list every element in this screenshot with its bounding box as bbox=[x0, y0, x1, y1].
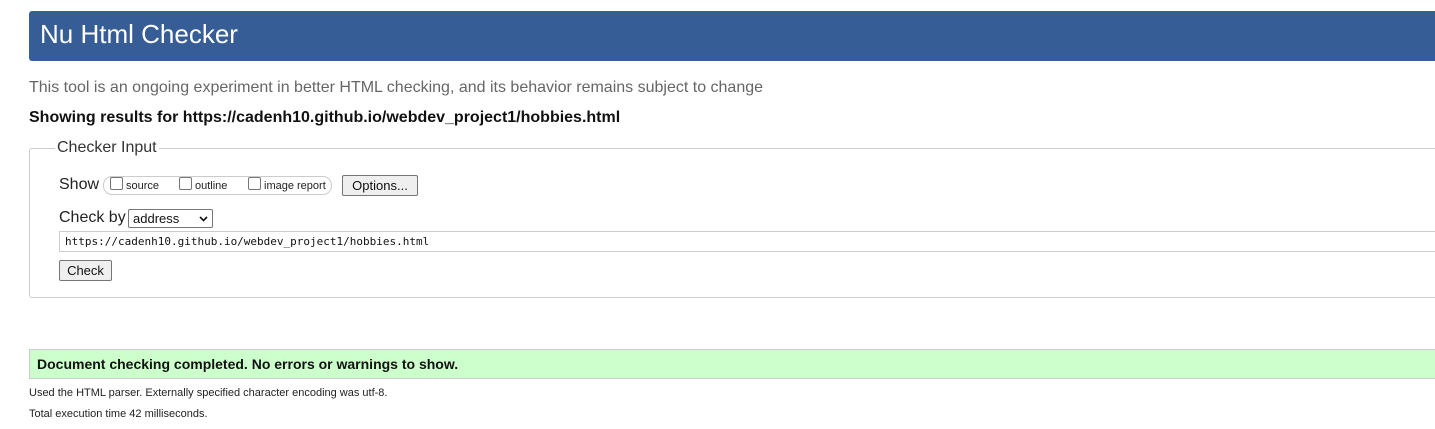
tool-subtitle: This tool is an ongoing experiment in be… bbox=[29, 79, 764, 96]
checker-input-legend: Checker Input bbox=[55, 138, 159, 158]
results-for-heading: Showing results for https://cadenh10.git… bbox=[29, 109, 621, 126]
execution-time: Total execution time 42 milliseconds. bbox=[29, 408, 208, 420]
outline-checkbox-label[interactable]: outline bbox=[195, 179, 227, 193]
source-checkbox-label[interactable]: source bbox=[126, 179, 159, 193]
page-title: Nu Html Checker bbox=[40, 19, 238, 49]
outline-checkbox[interactable] bbox=[179, 177, 192, 190]
image-report-checkbox-label[interactable]: image report bbox=[264, 179, 326, 193]
check-by-selected-value: address bbox=[133, 211, 180, 226]
parser-details: Used the HTML parser. Externally specifi… bbox=[29, 387, 388, 399]
url-input[interactable]: https://cadenh10.github.io/webdev_projec… bbox=[59, 231, 1435, 252]
page-header: Nu Html Checker bbox=[29, 11, 1435, 61]
check-button[interactable]: Check bbox=[59, 260, 112, 281]
checker-input-fieldset bbox=[29, 148, 1435, 298]
show-label: Show bbox=[59, 176, 100, 193]
options-button[interactable]: Options... bbox=[342, 175, 418, 196]
success-message: Document checking completed. No errors o… bbox=[29, 349, 1435, 379]
image-report-checkbox[interactable] bbox=[248, 177, 261, 190]
check-by-select[interactable]: address bbox=[128, 209, 213, 228]
chevron-down-icon bbox=[199, 216, 208, 222]
source-checkbox[interactable] bbox=[110, 177, 123, 190]
check-by-label: Check by bbox=[59, 209, 126, 226]
